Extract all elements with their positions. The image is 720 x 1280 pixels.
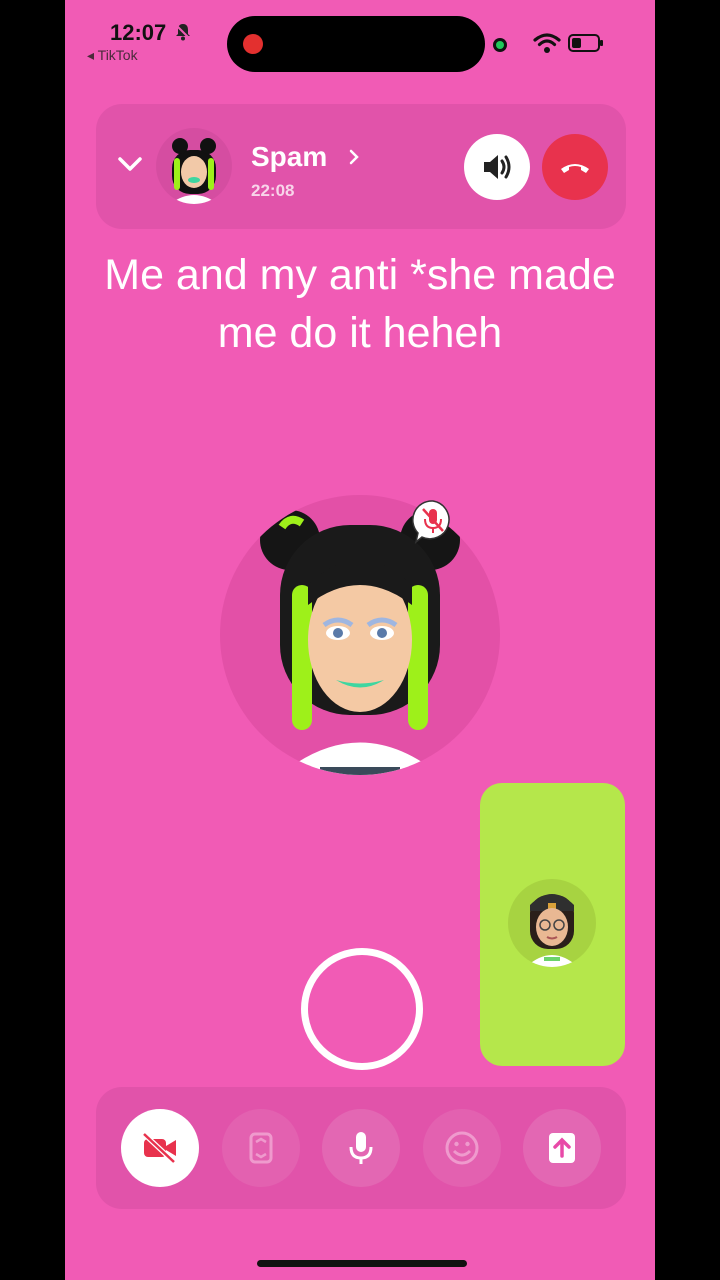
muted-bell-icon [175,24,191,41]
end-call-button[interactable] [542,134,608,200]
video-caption: Me and my anti *she made me do it heheh [65,246,655,362]
camera-in-use-icon [493,38,507,52]
call-screen: 12:07 ◂ TikTok Spam 22:08 Me and my anti… [65,0,655,1280]
microphone-icon [349,1132,373,1164]
chevron-right-icon[interactable] [348,148,360,166]
caption-line-2: me do it heheh [217,309,503,357]
speaker-icon [484,155,511,179]
caller-bitmoji [220,495,500,775]
self-bitmoji [508,879,596,967]
video-toggle-button[interactable] [121,1109,199,1187]
share-icon [549,1133,575,1163]
flip-camera-icon [249,1132,273,1164]
muted-mic-badge-icon [412,500,450,544]
share-button[interactable] [523,1109,601,1187]
call-controls [96,1087,626,1209]
video-off-icon [142,1132,176,1164]
call-duration: 22:08 [251,181,295,200]
self-video-preview[interactable] [480,783,625,1066]
battery-icon [568,34,603,52]
emoji-icon [445,1131,479,1165]
call-header: Spam 22:08 [96,104,626,229]
microphone-button[interactable] [322,1109,400,1187]
flip-camera-button[interactable] [222,1109,300,1187]
recording-indicator-icon [243,34,263,54]
status-time: 12:07 [110,20,167,45]
speaker-button[interactable] [464,134,530,200]
chevron-down-icon[interactable] [116,154,144,174]
dynamic-island [227,16,485,72]
capture-button[interactable] [301,948,423,1070]
hang-up-icon [561,164,589,173]
caller-avatar[interactable] [156,128,232,204]
wifi-icon [533,33,561,53]
emoji-button[interactable] [423,1109,501,1187]
back-to-app-link[interactable]: ◂ TikTok [87,47,138,64]
home-indicator[interactable] [257,1260,467,1267]
caller-name[interactable]: Spam [251,141,327,173]
caption-line-1: Me and my anti *she made [104,251,616,299]
